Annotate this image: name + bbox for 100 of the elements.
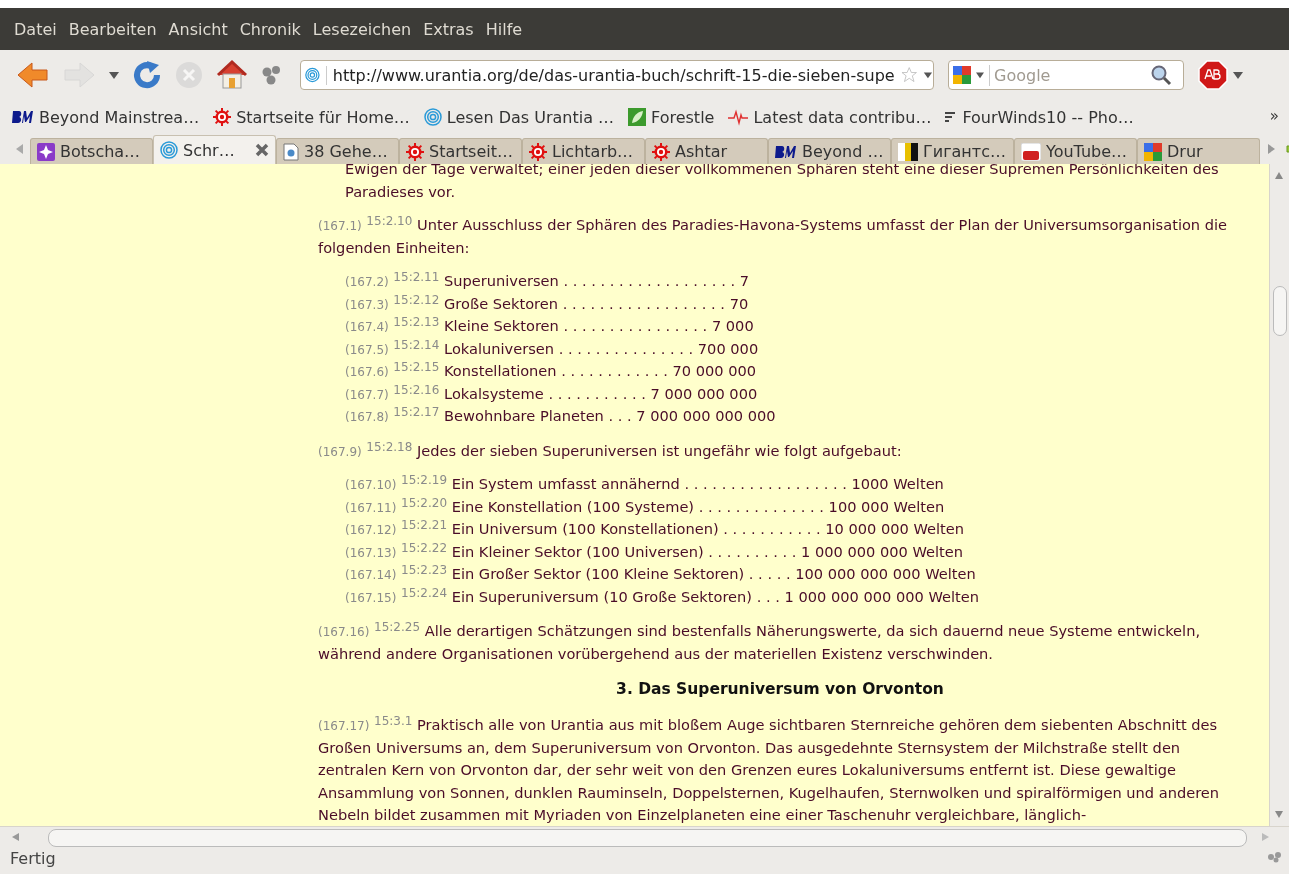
dropdown-caret-icon[interactable]	[1232, 70, 1244, 80]
list-entry: Konstellationen . . . . . . . . . . . . 70 000 000	[444, 362, 757, 379]
browser-tab[interactable]: Lichtarb…	[522, 138, 645, 164]
site-icon	[305, 66, 320, 84]
bookmarks-overflow-button[interactable]: »	[1269, 107, 1279, 125]
flag-icon	[898, 142, 918, 161]
bookmark-link[interactable]: Startseite für Home…	[236, 107, 410, 127]
scroll-left-icon[interactable]	[12, 833, 19, 841]
list-entry: Superuniversen . . . . . . . . . . . . . . . . . . . 7	[444, 272, 749, 289]
horizontal-scrollbar[interactable]	[0, 826, 1289, 847]
dropdown-caret-icon[interactable]	[975, 71, 985, 79]
menu-item[interactable]: Chronik	[233, 15, 307, 43]
paragraph-number: (167.8)	[345, 410, 389, 424]
browser-tab[interactable]: YouTube…	[1014, 138, 1137, 164]
list-entry: Ein Großer Sektor (100 Kleine Sektoren) . . . . . 100 000 000 000 Welten	[451, 565, 976, 582]
gear-icon	[406, 142, 424, 161]
dropdown-caret-icon[interactable]	[923, 70, 933, 80]
paragraph-number: (167.5)	[345, 342, 389, 357]
browser-tab[interactable]: Botscha…	[30, 138, 153, 164]
verse-number: 15:2.23	[401, 563, 448, 577]
menu-item[interactable]: Datei	[8, 15, 63, 43]
list-entry: Eine Konstellation (100 Systeme) . . . . . . . . . . . . . . 100 000 Welten	[451, 497, 945, 515]
close-icon[interactable]	[255, 143, 269, 157]
list-entry: Kleine Sektoren . . . . . . . . . . . . . . . . 7 000	[444, 317, 754, 334]
pulse-line-icon	[728, 108, 749, 126]
paragraph-number: (167.12)	[345, 523, 397, 537]
scrollbar-thumb[interactable]	[1273, 286, 1287, 336]
menu-item[interactable]: Bearbeiten	[62, 15, 163, 43]
paragraph-number: (167.15)	[345, 590, 397, 605]
paragraph-number: (167.2)	[345, 275, 389, 289]
document-icon	[283, 142, 299, 161]
scroll-right-icon[interactable]	[1262, 833, 1269, 841]
paragraph-number: (167.3)	[345, 297, 389, 312]
menu-item[interactable]: Ansicht	[162, 15, 234, 43]
browser-tab[interactable]: Schr…	[153, 135, 276, 164]
bookmark-link[interactable]: Lesen Das Urantia …	[446, 107, 615, 127]
verse-number: 15:2.13	[393, 315, 440, 329]
menu-item[interactable]: Extras	[417, 15, 480, 43]
scroll-up-icon[interactable]	[1275, 172, 1283, 179]
scroll-right-icon[interactable]	[1266, 143, 1276, 155]
verse-number: 15:2.16	[393, 382, 440, 397]
leaf-icon	[628, 108, 647, 126]
vertical-scrollbar[interactable]	[1269, 164, 1289, 826]
browser-tab[interactable]: Ashtar	[645, 138, 768, 164]
target-icon	[423, 108, 442, 126]
paragraph-number: (167.10)	[345, 478, 397, 492]
gear-icon	[652, 142, 670, 161]
stop-sign-icon[interactable]	[1198, 60, 1228, 90]
search-box[interactable]: Google	[948, 60, 1184, 90]
section-heading: 3. Das Superuniversum von Orvonton	[616, 680, 944, 698]
home-icon[interactable]	[214, 58, 250, 92]
verse-number: 15:2.19	[401, 473, 448, 487]
paragraph-number: (167.6)	[345, 365, 389, 379]
browser-tab[interactable]: Гигантс…	[891, 138, 1014, 164]
status-text: Fertig	[10, 849, 56, 868]
verse-number: 15:2.20	[401, 495, 448, 510]
list-entry: Bewohnbare Planeten . . . 7 000 000 000 000	[444, 407, 776, 424]
verse-number: 15:2.15	[393, 360, 440, 374]
list-entry: Ein System umfasst annähernd . . . . . . . . . . . . . . . . . . 1000 Welten	[451, 475, 944, 492]
target-icon	[160, 141, 178, 159]
paragraph-number: (167.11)	[345, 500, 397, 515]
browser-tab[interactable]: Startseit…	[399, 138, 522, 164]
paragraph-number: (167.13)	[345, 545, 397, 560]
browser-tab[interactable]: Drur	[1137, 138, 1260, 164]
paragraph-number: (167.4)	[345, 320, 389, 334]
verse-number: 15:2.14	[393, 337, 440, 352]
verse-number: 15:2.21	[401, 518, 448, 532]
bookmark-star-icon[interactable]	[900, 65, 918, 85]
menu-item[interactable]: Hilfe	[479, 15, 529, 43]
lines-icon	[945, 111, 958, 123]
url-text: http://www.urantia.org/de/das-urantia-buch/schrift-15-die-sieben-supe	[325, 65, 895, 85]
list-entry: Große Sektoren . . . . . . . . . . . . . . . . . . 70	[444, 294, 749, 312]
browser-tab[interactable]: Beyond …	[768, 138, 891, 164]
address-field[interactable]: http://www.urantia.org/de/das-urantia-buch/schrift-15-die-sieben-supe	[300, 60, 934, 90]
verse-number: 15:2.22	[401, 540, 448, 555]
list-entry: Ein Kleiner Sektor (100 Universen) . . . . . . . . . . 1 000 000 000 Welten	[451, 542, 964, 560]
bm-logo-icon	[12, 109, 34, 125]
list-entry: Ein Universum (100 Konstellationen) . . . . . . . . . . . 10 000 000 Welten	[451, 520, 965, 537]
list-entry: Lokalsysteme . . . . . . . . . . . 7 000 000 000	[444, 384, 758, 402]
menu-item[interactable]: Lesezeichen	[306, 15, 418, 43]
scroll-down-icon[interactable]	[1275, 811, 1283, 818]
verse-number: 15:2.17	[393, 405, 440, 419]
search-icon[interactable]	[1150, 64, 1172, 86]
bm-logo-icon	[775, 143, 797, 160]
search-engine-icon	[953, 66, 971, 84]
gear-icon	[213, 108, 232, 126]
squares-icon	[1144, 142, 1162, 161]
scrollbar-thumb[interactable]	[48, 829, 1247, 847]
list-entry: Lokaluniversen . . . . . . . . . . . . . . . 700 000	[444, 339, 759, 357]
list-entry: Ein Superuniversum (10 Große Sektoren) . . . 1 000 000 000 000 Welten	[451, 587, 979, 605]
bookmark-link[interactable]: FourWinds10 -- Pho…	[962, 107, 1134, 127]
bookmark-link[interactable]: Latest data contribu…	[753, 107, 932, 127]
verse-number: 15:2.24	[401, 585, 448, 600]
verse-number: 15:2.11	[393, 270, 440, 284]
bookmark-link[interactable]: Forestle	[651, 107, 715, 127]
molecule-icon	[1267, 851, 1283, 863]
paragraph-number: (167.14)	[345, 568, 397, 582]
bookmark-link[interactable]: Beyond Mainstrea…	[39, 107, 200, 127]
verse-number: 15:2.12	[393, 292, 440, 307]
browser-tab[interactable]: 38 Gehe…	[276, 138, 399, 164]
